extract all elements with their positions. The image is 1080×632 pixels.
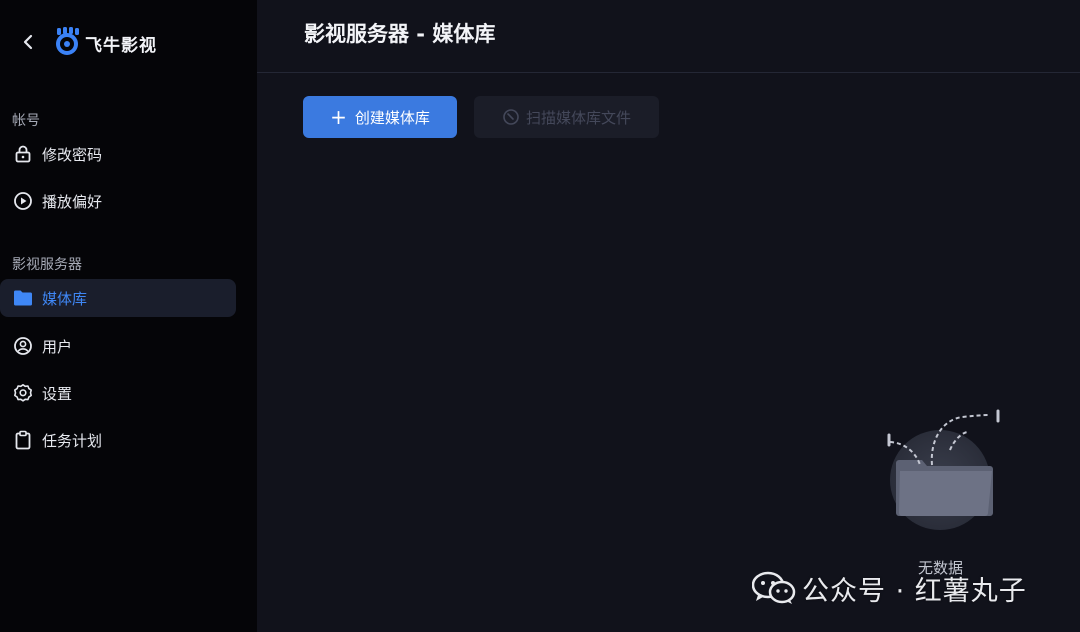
sidebar-item-playback-preferences[interactable]: 播放偏好 [0,182,236,220]
brand-name: 飞牛影视 [85,36,157,56]
sidebar-item-change-password[interactable]: 修改密码 [0,135,236,173]
chevron-left-icon [23,34,33,50]
sidebar: 飞牛影视 帐号 修改密码 播放偏好 影视服务器 媒体库 用户 设置 任务计划 [0,0,257,632]
app-window: 飞牛影视 帐号 修改密码 播放偏好 影视服务器 媒体库 用户 设置 任务计划 影… [0,0,1080,632]
scan-button-label: 扫描媒体库文件 [525,108,631,127]
sidebar-item-label: 用户 [42,337,73,356]
sidebar-item-label: 媒体库 [42,289,88,308]
sidebar-item-label: 修改密码 [42,145,103,164]
header-divider [257,72,1080,73]
fnos-logo-icon [56,27,79,55]
sidebar-item-label: 播放偏好 [42,192,103,211]
sidebar-item-settings[interactable]: 设置 [0,374,236,412]
watermark-text: 公众号 · 红薯丸子 [802,575,1027,607]
gear-icon [12,382,34,404]
sidebar-item-media-library[interactable]: 媒体库 [0,279,236,317]
main-content: 影视服务器 - 媒体库 + 创建媒体库 扫描媒体库文件 无数据 [257,0,1080,632]
watermark: 公众号 · 红薯丸子 [752,570,1027,607]
sidebar-item-scheduled-tasks[interactable]: 任务计划 [0,421,236,459]
play-circle-icon [12,190,34,212]
sidebar-item-label: 任务计划 [42,431,103,450]
lock-icon [12,143,34,165]
plus-icon: + [330,105,347,129]
user-circle-icon [12,335,34,357]
refresh-icon [503,109,519,125]
create-media-library-button[interactable]: + 创建媒体库 [303,96,457,138]
empty-folder-illustration-icon [887,409,1000,530]
scan-media-library-button: 扫描媒体库文件 [474,96,659,138]
section-label-media-server: 影视服务器 [12,257,82,273]
sidebar-item-users[interactable]: 用户 [0,327,236,365]
back-button[interactable] [12,28,44,56]
folder-icon [12,287,34,309]
wechat-icon [752,571,796,604]
create-button-label: 创建媒体库 [354,108,430,127]
brand-header: 飞牛影视 [0,24,257,60]
section-label-account: 帐号 [12,113,40,129]
page-title: 影视服务器 - 媒体库 [304,22,496,46]
sidebar-item-label: 设置 [42,384,73,403]
clipboard-icon [12,429,34,451]
